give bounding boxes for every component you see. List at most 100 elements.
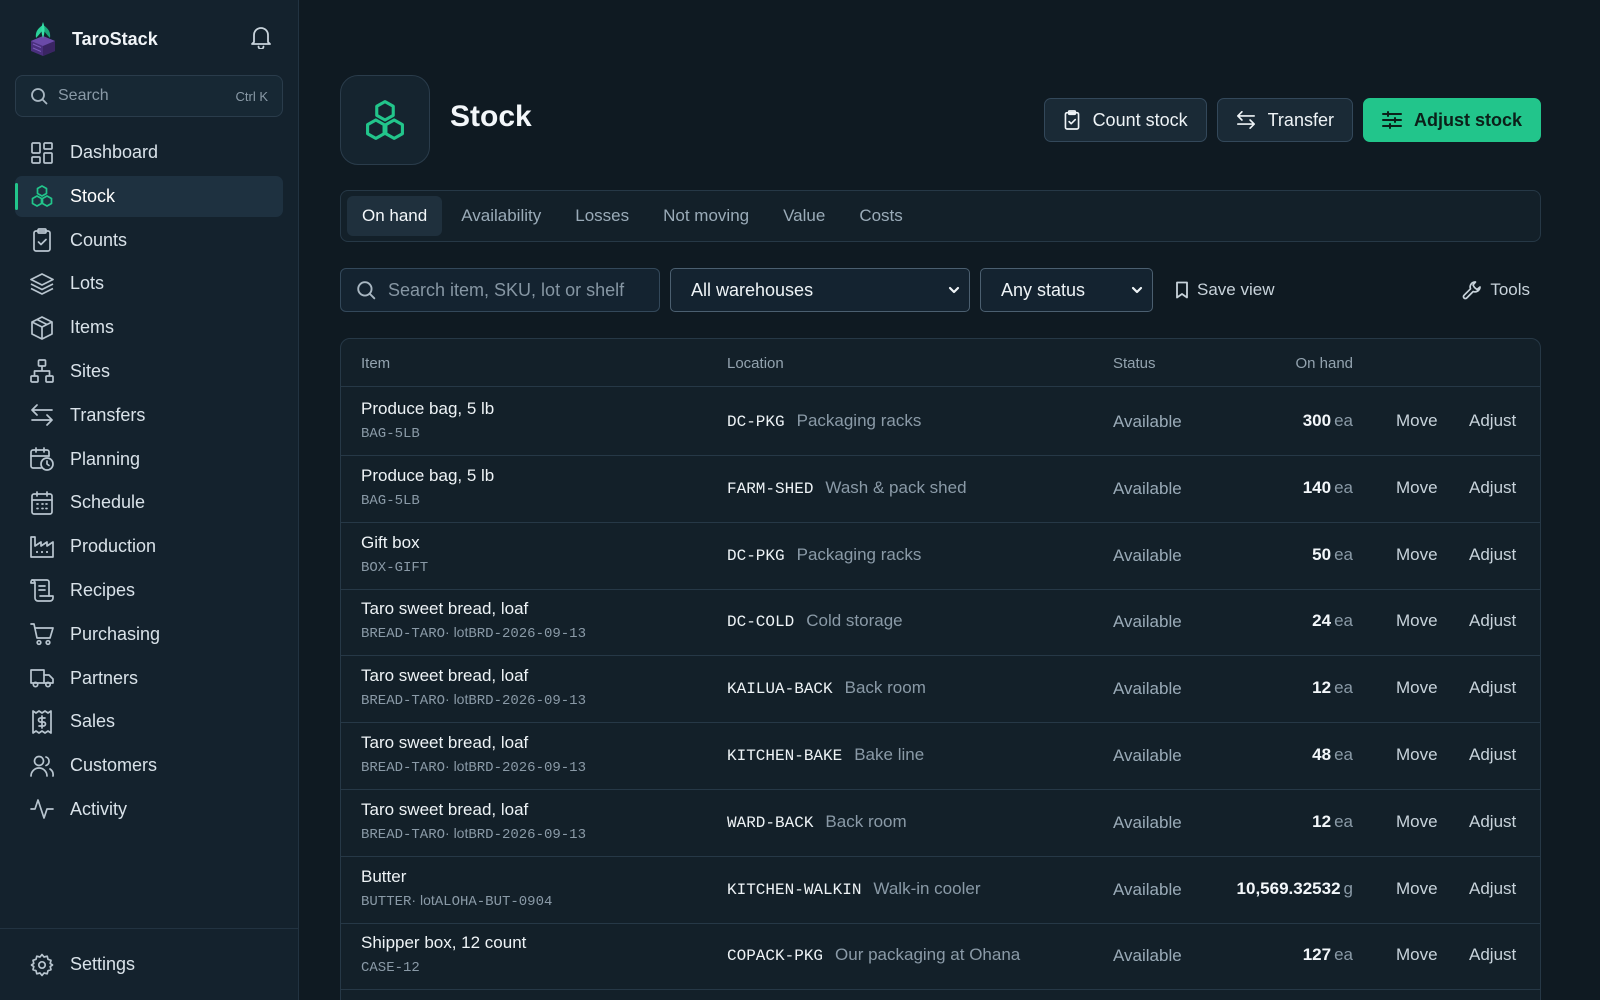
- sidebar-item-sites[interactable]: Sites: [15, 351, 283, 392]
- sidebar-item-label: Transfers: [70, 404, 146, 425]
- sidebar-item-recipes[interactable]: Recipes: [15, 570, 283, 611]
- move-link[interactable]: Move: [1396, 611, 1438, 631]
- notifications-bell-icon[interactable]: [248, 24, 274, 50]
- column-header-on-hand[interactable]: On hand: [1295, 355, 1353, 372]
- sidebar-item-sales[interactable]: Sales: [15, 701, 283, 742]
- table-row[interactable]: Taro sweet bread, loaf BREAD-TARO· lotBR…: [341, 789, 1540, 857]
- sidebar-item-lots[interactable]: Lots: [15, 263, 283, 304]
- tab-costs[interactable]: Costs: [844, 196, 917, 236]
- sidebar-item-purchasing[interactable]: Purchasing: [15, 614, 283, 655]
- adjust-link[interactable]: Adjust: [1469, 478, 1516, 498]
- lot-code: BRD-2026-09-13: [468, 826, 586, 843]
- status-cell: Available: [1113, 946, 1182, 966]
- item-cell: Taro sweet bread, loaf BREAD-TARO· lotBR…: [361, 800, 586, 843]
- adjust-link[interactable]: Adjust: [1469, 411, 1516, 431]
- table-row[interactable]: Produce bag, 5 lb BAG-5LB DC-PKG Packagi…: [341, 388, 1540, 456]
- table-row[interactable]: Taro sweet bread, loaf BREAD-TARO· lotBR…: [341, 655, 1540, 724]
- sidebar-item-customers[interactable]: Customers: [15, 745, 283, 786]
- adjust-link[interactable]: Adjust: [1469, 812, 1516, 832]
- location-cell: KITCHEN-BAKE Bake line: [727, 745, 924, 765]
- sidebar-item-label: Lots: [70, 273, 105, 294]
- table-row[interactable]: Produce bag, 5 lb BAG-5LB FARM-SHED Wash…: [341, 455, 1540, 523]
- adjust-link[interactable]: Adjust: [1469, 678, 1516, 698]
- transfer-button[interactable]: Transfer: [1216, 98, 1353, 142]
- move-link[interactable]: Move: [1396, 545, 1438, 565]
- column-header-location[interactable]: Location: [727, 355, 784, 372]
- item-cell: Taro sweet bread, loaf BREAD-TARO· lotBR…: [361, 599, 586, 642]
- status-cell: Available: [1113, 412, 1182, 431]
- main-content: Stock Count stock Transfer Adjust stock …: [300, 0, 1600, 1000]
- move-link[interactable]: Move: [1396, 478, 1438, 498]
- adjust-link[interactable]: Adjust: [1469, 611, 1516, 631]
- on-hand-unit: ea: [1334, 611, 1353, 631]
- move-link[interactable]: Move: [1396, 411, 1438, 431]
- location-cell: DC-COLD Cold storage: [727, 611, 903, 631]
- tab-losses[interactable]: Losses: [560, 196, 644, 236]
- on-hand-quantity: 12: [1312, 678, 1332, 698]
- adjust-stock-button[interactable]: Adjust stock: [1362, 98, 1541, 142]
- tab-availability[interactable]: Availability: [446, 196, 556, 236]
- sidebar-item-counts[interactable]: Counts: [15, 220, 283, 261]
- status-cell: Available: [1113, 812, 1182, 832]
- item-name: Butter: [361, 866, 407, 886]
- on-hand-cell: 12 ea: [1312, 812, 1353, 832]
- status-select[interactable]: Any status: [980, 268, 1153, 312]
- tab-on-hand[interactable]: On hand: [347, 196, 443, 236]
- table-row[interactable]: Taro sweet bread, loaf BREAD-TARO· lotBR…: [341, 722, 1540, 790]
- tools-button[interactable]: Tools: [1462, 268, 1530, 312]
- table-row[interactable]: Butter BUTTER· lotALOHA-BUT-0904 KITCHEN…: [341, 856, 1540, 924]
- sidebar-item-items[interactable]: Items: [15, 307, 283, 348]
- item-sku: BREAD-TARO· lotBRD-2026-09-13: [361, 758, 586, 776]
- item-cell: Butter BUTTER· lotALOHA-BUT-0904: [361, 867, 552, 910]
- on-hand-quantity: 24: [1312, 611, 1332, 631]
- item-sku: BOX-GIFT: [361, 558, 428, 576]
- adjust-link[interactable]: Adjust: [1469, 945, 1516, 965]
- page-title: Stock: [450, 100, 532, 133]
- brand[interactable]: TaroStack: [28, 20, 158, 58]
- count-stock-button[interactable]: Count stock: [1043, 98, 1207, 142]
- on-hand-quantity: 50: [1312, 544, 1332, 564]
- table-row[interactable]: Gift box BOX-GIFT DC-PKG Packaging racks…: [341, 522, 1540, 590]
- sidebar-item-activity[interactable]: Activity: [15, 789, 283, 830]
- save-view-button[interactable]: Save view: [1175, 268, 1274, 312]
- column-header-item[interactable]: Item: [361, 355, 390, 372]
- location-name: Bake line: [854, 745, 925, 764]
- sidebar-search[interactable]: Search Ctrl K: [15, 75, 283, 117]
- item-name: Produce bag, 5 lb: [361, 399, 495, 418]
- move-link[interactable]: Move: [1396, 745, 1438, 765]
- sidebar-nav: Dashboard Stock Counts Lots Items Sites …: [15, 132, 283, 833]
- column-header-status[interactable]: Status: [1113, 355, 1156, 372]
- table-row[interactable]: Shipper box, 12 count CASE-12 COPACK-PKG…: [341, 922, 1540, 991]
- table-row[interactable]: Taro sweet bread, loaf BREAD-TARO· lotBR…: [341, 588, 1540, 657]
- sidebar-item-dashboard[interactable]: Dashboard: [15, 132, 283, 173]
- location-cell: COPACK-PKG Our packaging at Ohana: [727, 945, 1020, 965]
- sidebar-item-partners[interactable]: Partners: [15, 658, 283, 699]
- status-cell: Available: [1113, 679, 1182, 699]
- status-cell: Available: [1113, 545, 1182, 565]
- activity-icon: [30, 797, 54, 821]
- sidebar-item-schedule[interactable]: Schedule: [15, 482, 283, 523]
- tab-not-moving[interactable]: Not moving: [648, 196, 764, 236]
- adjust-link[interactable]: Adjust: [1469, 545, 1516, 565]
- item-sku: BREAD-TARO· lotBRD-2026-09-13: [361, 825, 586, 843]
- adjust-link[interactable]: Adjust: [1469, 879, 1516, 899]
- sidebar-item-production[interactable]: Production: [15, 526, 283, 567]
- warehouse-select[interactable]: All warehouses: [670, 268, 970, 312]
- stock-search-input[interactable]: Search item, SKU, lot or shelf: [340, 268, 660, 312]
- sidebar-item-settings[interactable]: Settings: [15, 944, 283, 985]
- sidebar-item-stock[interactable]: Stock: [15, 175, 283, 217]
- sku-code: BAG-5LB: [361, 492, 420, 509]
- sidebar-item-planning[interactable]: Planning: [15, 439, 283, 480]
- page-icon: [340, 75, 430, 165]
- tab-value[interactable]: Value: [768, 196, 840, 236]
- move-link[interactable]: Move: [1396, 812, 1438, 832]
- sidebar-item-transfers[interactable]: Transfers: [15, 395, 283, 436]
- item-cell: Taro sweet bread, loaf BREAD-TARO· lotBR…: [361, 733, 586, 776]
- move-link[interactable]: Move: [1396, 879, 1438, 899]
- sidebar-item-label: Production: [70, 536, 157, 557]
- item-sku: CASE-12: [361, 958, 526, 976]
- location-cell: KITCHEN-WALKIN Walk-in cooler: [727, 879, 981, 899]
- adjust-link[interactable]: Adjust: [1469, 745, 1516, 765]
- move-link[interactable]: Move: [1396, 945, 1438, 965]
- move-link[interactable]: Move: [1396, 678, 1438, 698]
